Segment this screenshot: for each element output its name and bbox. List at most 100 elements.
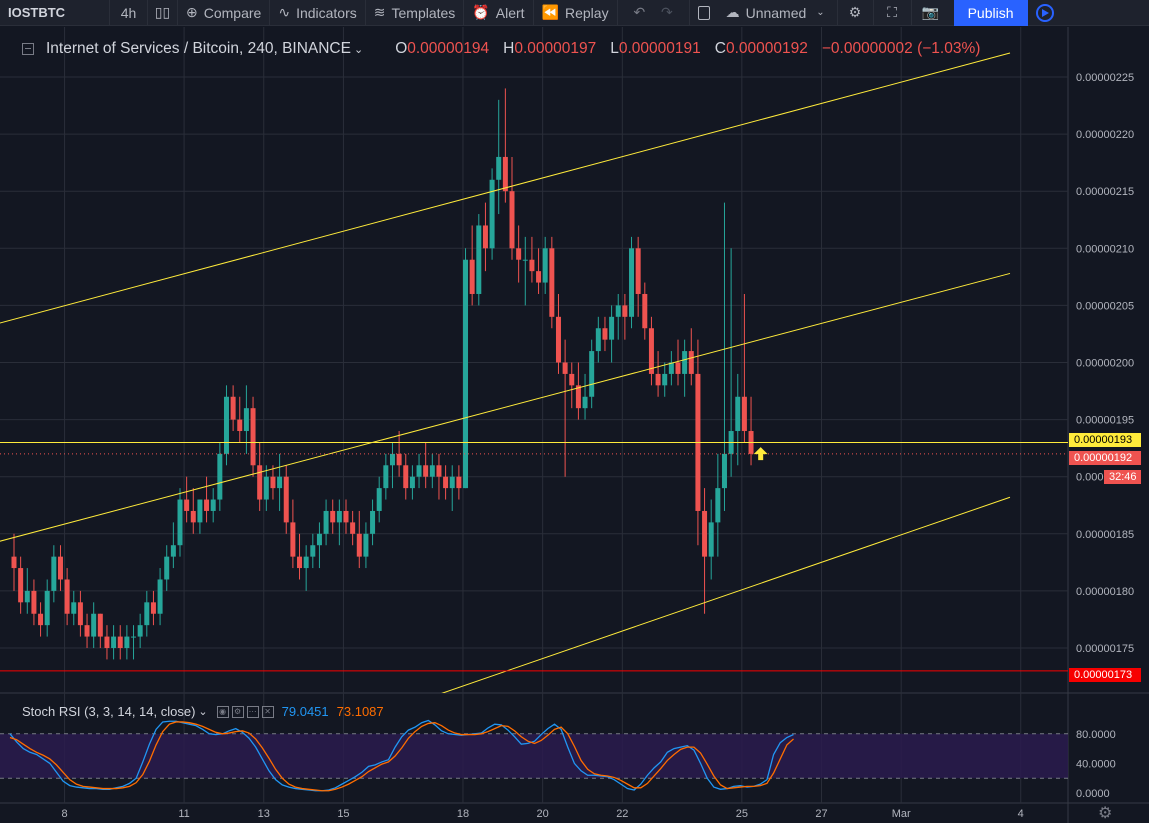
candle-body <box>383 465 389 489</box>
stoch-rsi-legend: Stoch RSI (3, 3, 14, 14, close) ⌄ ◉ ⚙ ⋯ ✕… <box>22 704 384 719</box>
replay-icon: ⏪ <box>541 4 559 20</box>
publish-label: Publish <box>967 4 1014 21</box>
candle-body <box>582 396 588 409</box>
main-legend: Internet of Services / Bitcoin, 240, BIN… <box>22 40 980 58</box>
up-arrow-marker <box>753 447 768 461</box>
candle-body <box>104 636 110 648</box>
legend-title[interactable]: Internet of Services / Bitcoin, 240, BIN… <box>46 40 351 58</box>
collapse-legend-icon[interactable] <box>22 43 34 55</box>
candle-body <box>675 362 681 374</box>
chevron-down-icon[interactable]: ⌄ <box>198 705 207 718</box>
candle-body <box>250 408 256 466</box>
fullscreen-box-button[interactable] <box>690 0 718 26</box>
candle-body <box>197 499 203 523</box>
y-tick-label: 0.00000185 <box>1076 529 1134 541</box>
y-tick-label: 0.00000200 <box>1076 358 1134 370</box>
gear-icon[interactable]: ⚙ <box>1098 803 1112 823</box>
candle-body <box>343 510 349 523</box>
x-tick-label: Mar <box>892 808 911 820</box>
candle-body <box>416 465 422 477</box>
x-tick-label: 13 <box>258 808 270 820</box>
candle-body <box>615 305 621 317</box>
candle-body <box>164 556 170 580</box>
candle-body <box>310 545 316 557</box>
candle-body <box>702 510 708 557</box>
snapshot-button[interactable]: 📷 <box>912 0 950 26</box>
candle-body <box>595 328 601 352</box>
candle-body <box>11 556 17 569</box>
ohlc-values: O0.00000194 H0.00000197 L0.00000191 C0.0… <box>395 40 980 58</box>
more-icon[interactable]: ⋯ <box>246 705 259 718</box>
alert-button[interactable]: ⏰ Alert <box>464 0 534 26</box>
y-tick-label: 0.00000175 <box>1076 643 1134 655</box>
candle-body <box>721 453 727 489</box>
high-key: H <box>503 40 515 57</box>
candle-body <box>708 522 714 557</box>
close-icon[interactable]: ✕ <box>261 705 274 718</box>
candle-body <box>562 362 568 374</box>
replay-button[interactable]: ⏪ Replay <box>534 0 618 26</box>
candle-body <box>277 476 283 489</box>
candle-body <box>51 556 57 591</box>
x-tick-label: 22 <box>616 808 628 820</box>
candle-body <box>655 373 661 386</box>
candle-body <box>283 476 289 523</box>
candle-body <box>297 556 303 569</box>
candle-body <box>144 602 150 626</box>
candle-body <box>243 408 249 432</box>
undo-icon[interactable]: ↶ <box>633 4 645 21</box>
replay-label: Replay <box>564 4 609 21</box>
indicators-label: Indicators <box>296 4 357 21</box>
candle-body <box>502 156 508 192</box>
candle-body <box>449 476 455 489</box>
candle-body <box>257 465 263 500</box>
play-button[interactable] <box>1028 0 1062 26</box>
candle-body <box>635 248 641 294</box>
plus-circle-icon: ⊕ <box>186 4 198 20</box>
templates-button[interactable]: ≋ Templates <box>366 0 465 26</box>
compare-button[interactable]: ⊕ Compare <box>178 0 271 26</box>
candle-body <box>230 396 236 420</box>
symbol-search[interactable]: IOSTBTC <box>0 0 110 26</box>
candle-body <box>303 556 309 569</box>
candle-body <box>363 533 369 557</box>
eye-icon[interactable]: ◉ <box>216 705 229 718</box>
candle-body <box>668 362 674 374</box>
chart-style-button[interactable]: ▯▯ <box>148 0 178 26</box>
rsi-title[interactable]: Stoch RSI (3, 3, 14, 14, close) <box>22 704 195 719</box>
candle-body <box>270 476 276 489</box>
x-tick-label: 15 <box>337 808 349 820</box>
redo-icon[interactable]: ↷ <box>661 4 673 21</box>
cloud-icon: ☁ <box>725 4 740 20</box>
x-tick-label: 11 <box>178 808 189 820</box>
x-tick-label: 20 <box>537 808 549 820</box>
publish-button[interactable]: Publish <box>953 0 1028 26</box>
interval-button[interactable]: 4h <box>110 0 148 26</box>
chevron-down-icon[interactable]: ⌄ <box>354 43 363 56</box>
layout-button[interactable]: ☁ Unnamed ⌄ <box>718 0 838 26</box>
x-tick-label: 8 <box>61 808 67 820</box>
gear-icon[interactable]: ⚙ <box>231 705 244 718</box>
rsi-d-value: 73.1087 <box>336 704 384 719</box>
indicators-button[interactable]: ∿ Indicators <box>270 0 366 26</box>
candle-body <box>482 225 488 249</box>
candle-body <box>77 602 83 626</box>
candle-body <box>157 579 163 614</box>
candle-body <box>370 510 376 534</box>
close-value: 0.00000192 <box>725 40 808 57</box>
x-tick-label: 18 <box>457 808 469 820</box>
y-tick-label: 0.00000215 <box>1076 186 1134 198</box>
gear-icon: ⚙ <box>848 4 862 20</box>
camera-icon: 📷 <box>921 4 940 20</box>
candle-body <box>44 590 50 626</box>
x-tick-label: 27 <box>815 808 827 820</box>
candle-body <box>184 499 190 511</box>
x-tick-label: 25 <box>736 808 748 820</box>
close-key: C <box>714 40 726 57</box>
candle-body <box>71 602 77 614</box>
fullscreen-button[interactable]: ⛶ <box>874 0 912 26</box>
rsi-y-tick-label: 80.0000 <box>1076 729 1116 741</box>
candle-body <box>396 453 402 466</box>
candles-icon: ▯▯ <box>154 4 171 20</box>
settings-button[interactable]: ⚙ <box>838 0 874 26</box>
